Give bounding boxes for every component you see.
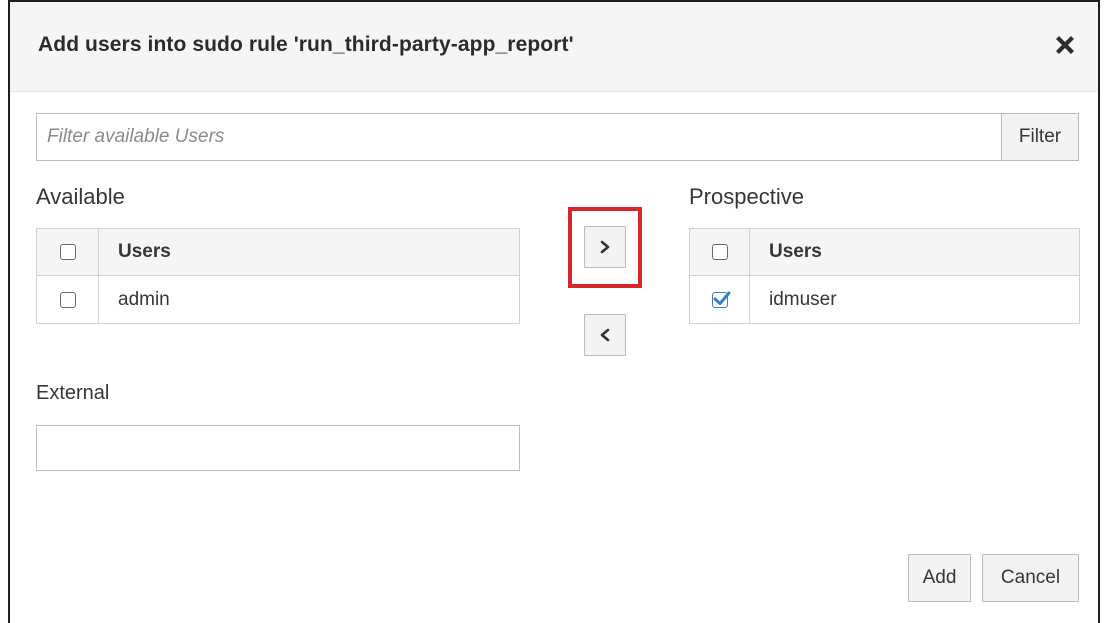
external-label: External <box>36 382 110 404</box>
user-name: idmuser <box>769 288 837 310</box>
prospective-label: Prospective <box>689 184 804 209</box>
close-icon[interactable] <box>1052 32 1078 58</box>
checkmark-icon <box>713 291 730 305</box>
cancel-button[interactable]: Cancel <box>982 554 1079 602</box>
dialog-title: Add users into sudo rule 'run_third-part… <box>38 33 574 56</box>
dialog-header: Add users into sudo rule 'run_third-part… <box>10 2 1098 92</box>
add-button[interactable]: Add <box>908 554 971 602</box>
move-left-button[interactable] <box>584 314 626 356</box>
table-row[interactable]: idmuser <box>690 276 1079 323</box>
table-header-row: Users <box>690 229 1079 276</box>
add-users-dialog: Add users into sudo rule 'run_third-part… <box>8 0 1100 623</box>
filter-button[interactable]: Filter <box>1001 113 1079 161</box>
available-label: Available <box>36 184 125 209</box>
table-header-row: Users <box>37 229 519 276</box>
row-checkbox[interactable] <box>59 291 76 308</box>
row-checkbox-checked[interactable] <box>711 291 730 308</box>
table-row[interactable]: admin <box>37 276 519 323</box>
chevron-right-icon <box>600 240 610 254</box>
column-header-users: Users <box>118 241 171 262</box>
external-input[interactable] <box>36 425 520 471</box>
filter-users-input[interactable] <box>36 113 1002 161</box>
available-users-table: Users admin <box>36 228 520 324</box>
user-name: admin <box>118 288 170 310</box>
select-all-available-checkbox[interactable] <box>59 244 76 260</box>
move-right-button[interactable] <box>584 226 626 268</box>
chevron-left-icon <box>600 328 610 342</box>
select-all-prospective-checkbox[interactable] <box>711 244 728 260</box>
column-header-users: Users <box>769 241 822 262</box>
prospective-users-table: Users idmuser <box>689 228 1080 324</box>
